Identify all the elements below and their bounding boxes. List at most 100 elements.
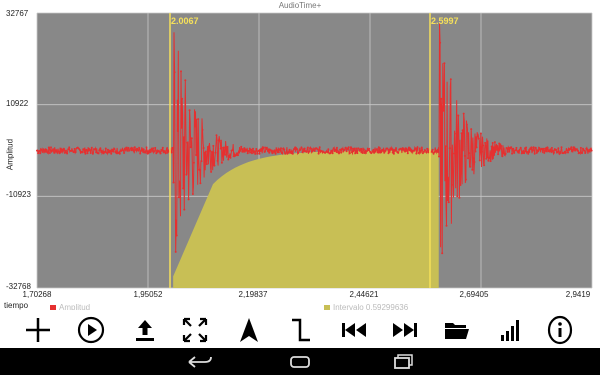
y-tick-label: 32767: [6, 9, 29, 18]
waveform-point: [515, 146, 518, 149]
upload-button[interactable]: [125, 312, 165, 348]
waveform-point: [393, 149, 396, 151]
waveform-point: [149, 150, 152, 153]
waveform-point: [132, 149, 135, 152]
step-button[interactable]: [281, 312, 321, 348]
waveform-point: [478, 159, 481, 162]
waveform-point: [52, 148, 55, 151]
waveform-point: [36, 149, 38, 152]
waveform-point: [347, 146, 350, 149]
waveform-point: [415, 152, 418, 155]
waveform-point: [174, 250, 177, 253]
waveform-point: [526, 150, 529, 153]
waveform-point: [239, 149, 242, 152]
waveform-point: [513, 151, 516, 154]
waveform-point: [159, 152, 162, 155]
waveform-point: [138, 146, 141, 149]
waveform-point: [189, 146, 192, 149]
waveform-point: [406, 152, 409, 155]
waveform-point: [423, 150, 425, 153]
waveform-point: [473, 161, 476, 163]
waveform-point: [105, 151, 108, 154]
waveform-point: [395, 147, 397, 150]
waveform-plot[interactable]: [0, 0, 600, 300]
waveform-point: [220, 161, 223, 164]
waveform-point: [263, 150, 266, 153]
waveform-point: [125, 146, 128, 149]
waveform-point: [255, 148, 258, 150]
waveform-point: [449, 78, 452, 81]
waveform-point: [274, 152, 277, 155]
waveform-point: [504, 152, 507, 155]
play-button[interactable]: [71, 312, 111, 348]
waveform-point: [360, 147, 363, 150]
waveform-point: [431, 148, 434, 151]
waveform-point: [470, 128, 473, 131]
waveform-point: [190, 137, 193, 140]
waveform-point: [326, 150, 329, 153]
waveform-point: [576, 149, 579, 152]
toolbar: [0, 310, 600, 348]
waveform-point: [343, 149, 346, 151]
waveform-point: [104, 147, 107, 150]
waveform-point: [446, 199, 449, 202]
waveform-point: [248, 147, 251, 150]
waveform-point: [68, 146, 71, 149]
waveform-point: [491, 142, 494, 144]
waveform-point: [490, 145, 493, 148]
waveform-point: [390, 148, 393, 151]
open-folder-button[interactable]: [437, 312, 477, 348]
waveform-point: [253, 150, 256, 153]
waveform-point: [283, 148, 286, 151]
waveform-point: [216, 159, 219, 162]
waveform-point: [300, 146, 303, 149]
waveform-point: [183, 208, 186, 211]
info-button[interactable]: [540, 312, 580, 348]
waveform-point: [590, 149, 593, 152]
waveform-point: [493, 141, 496, 144]
waveform-point: [455, 132, 458, 135]
waveform-point: [355, 147, 358, 150]
waveform-point: [427, 151, 430, 154]
back-button[interactable]: [180, 351, 220, 373]
waveform-point: [450, 161, 453, 164]
waveform-point: [443, 62, 446, 65]
waveform-point: [525, 146, 528, 149]
recents-button[interactable]: [382, 351, 422, 373]
signal-button[interactable]: [490, 312, 530, 348]
waveform-point: [514, 149, 517, 152]
waveform-point: [301, 151, 304, 154]
waveform-point: [223, 146, 225, 149]
waveform-point: [196, 154, 199, 157]
waveform-point: [199, 182, 202, 185]
waveform-point: [303, 147, 306, 150]
fullscreen-button[interactable]: [175, 312, 215, 348]
waveform-point: [137, 149, 139, 152]
waveform-point: [462, 112, 465, 115]
waveform-point: [346, 148, 349, 150]
y-axis-label: Amplitud: [5, 138, 15, 171]
waveform-point: [67, 148, 70, 151]
waveform-point: [88, 148, 91, 151]
rewind-button[interactable]: [334, 312, 374, 348]
waveform-point: [214, 151, 217, 154]
waveform-point: [481, 150, 483, 153]
home-button[interactable]: [280, 351, 320, 373]
waveform-point: [194, 125, 196, 128]
waveform-point: [439, 41, 442, 44]
waveform-point: [55, 149, 58, 152]
fast-forward-button[interactable]: [385, 312, 425, 348]
waveform-point: [154, 146, 157, 149]
waveform-point: [519, 146, 522, 149]
waveform-point: [305, 150, 308, 153]
add-button[interactable]: [18, 312, 58, 348]
waveform-point: [445, 224, 448, 227]
waveform-point: [339, 148, 342, 151]
cursor-button[interactable]: [229, 312, 269, 348]
step-icon: [292, 318, 310, 342]
waveform-point: [252, 147, 254, 150]
waveform-point: [237, 154, 239, 157]
waveform-point: [212, 144, 215, 147]
waveform-point: [419, 149, 422, 152]
waveform-point: [172, 181, 175, 184]
